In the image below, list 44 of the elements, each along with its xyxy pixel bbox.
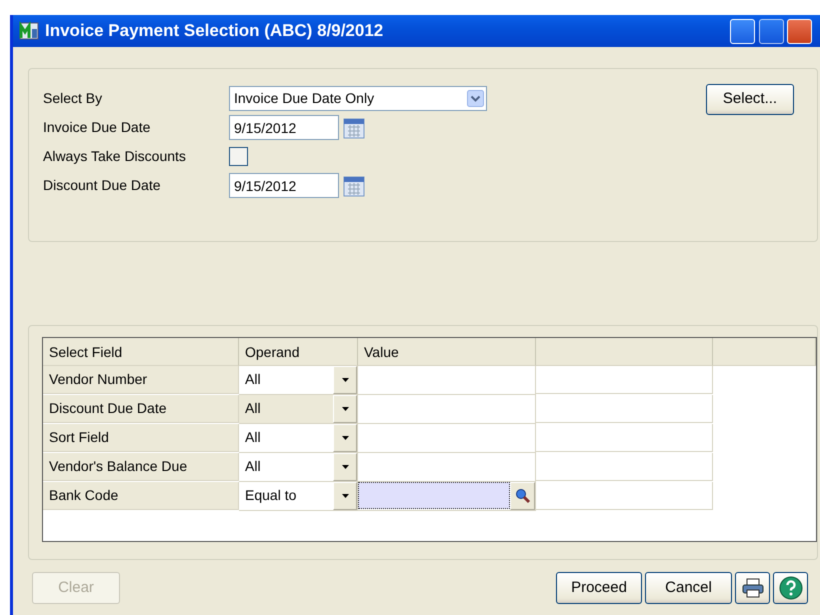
select-button[interactable]: Select... (706, 84, 794, 115)
field-label: Select By (43, 89, 104, 108)
column-header: Select Field (43, 338, 239, 366)
printer-icon (742, 578, 764, 598)
table-cell: Discount Due Date (43, 395, 239, 423)
table-cell: Bank Code (43, 482, 239, 510)
calendar-icon[interactable] (342, 174, 364, 196)
dropdown-button[interactable] (333, 395, 357, 423)
lookup-button[interactable] (510, 482, 535, 510)
minimize-button[interactable] (730, 18, 755, 44)
date-field[interactable]: 9/15/2012 (229, 115, 339, 140)
proceed-button[interactable]: Proceed (556, 572, 642, 604)
app-icon (19, 21, 39, 41)
caret-icon (342, 436, 348, 440)
print-button[interactable] (735, 572, 770, 604)
field-label: Always Take Discounts (43, 147, 187, 166)
field-label: Invoice Due Date (43, 118, 152, 137)
dropdown-button[interactable] (333, 482, 357, 510)
caret-icon (342, 465, 348, 469)
dropdown-button[interactable] (333, 453, 357, 481)
calendar-icon[interactable] (342, 116, 364, 138)
column-header: Operand (239, 338, 358, 366)
dropdown-button[interactable] (333, 366, 357, 394)
close-button[interactable] (787, 18, 812, 44)
help-button[interactable] (773, 572, 808, 604)
table-cell: Vendor's Balance Due (43, 453, 239, 481)
column-header: Value (358, 338, 536, 366)
question-icon (778, 576, 802, 600)
value-field[interactable] (358, 482, 510, 509)
field-label: Discount Due Date (43, 176, 162, 195)
operand-dropdown[interactable]: All (239, 395, 333, 423)
dropdown-button[interactable] (333, 424, 357, 452)
cancel-button[interactable]: Cancel (645, 572, 732, 604)
select-by-dropdown[interactable]: Invoice Due Date Only (229, 86, 487, 111)
checkbox[interactable] (229, 147, 248, 166)
caret-icon (342, 407, 348, 411)
maximize-button[interactable] (758, 18, 784, 44)
caret-icon (342, 378, 348, 382)
caret-icon (342, 494, 348, 498)
date-field[interactable]: 9/15/2012 (229, 173, 339, 198)
magnifier-icon (514, 488, 531, 504)
table-cell: Sort Field (43, 424, 239, 452)
window-title: Invoice Payment Selection (ABC) 8/9/2012 (45, 20, 384, 42)
table-cell: Vendor Number (43, 366, 239, 394)
